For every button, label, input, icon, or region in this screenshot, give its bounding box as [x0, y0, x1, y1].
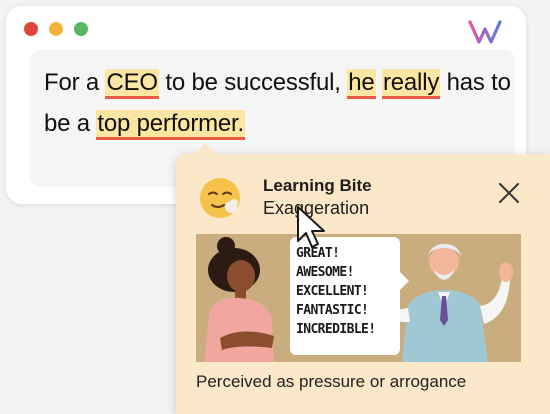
- flagged-phrase[interactable]: CEO: [105, 69, 159, 99]
- window-close-dot[interactable]: [24, 22, 38, 36]
- sentence-text: [376, 69, 382, 96]
- flagged-phrase[interactable]: really: [381, 69, 441, 99]
- sentence-text: to be successful,: [158, 69, 348, 96]
- mouse-pointer-icon: [297, 206, 325, 248]
- window-maximize-dot[interactable]: [74, 22, 88, 36]
- speech-bubble-line: EXCELLENT!: [296, 284, 369, 299]
- editor-sentence: For a CEO to be successful, he really ha…: [44, 62, 514, 144]
- worried-face-emoji-icon: [200, 178, 240, 218]
- window-minimize-dot[interactable]: [49, 22, 63, 36]
- speech-bubble-words: GREAT! AWESOME! EXCELLENT! FANTASTIC! INCRED…: [296, 244, 376, 339]
- flagged-phrase[interactable]: he: [347, 69, 376, 99]
- speech-bubble-line: INCREDIBLE!: [296, 322, 376, 337]
- sentence-text: For a: [44, 69, 106, 96]
- close-icon[interactable]: [498, 182, 520, 204]
- flagged-phrase[interactable]: top performer.: [96, 110, 245, 140]
- illustration: GREAT! AWESOME! EXCELLENT! FANTASTIC! INCRED…: [196, 234, 521, 362]
- speech-bubble-line: FANTASTIC!: [296, 303, 369, 318]
- speech-bubble-line: AWESOME!: [296, 265, 354, 280]
- popup-caption: Perceived as pressure or arrogance: [196, 372, 467, 391]
- app-logo-icon: [468, 20, 502, 44]
- popup-title: Learning Bite: [263, 176, 372, 195]
- learning-bite-popup: Learning Bite Exaggeration GREAT! AWESOM…: [176, 143, 550, 414]
